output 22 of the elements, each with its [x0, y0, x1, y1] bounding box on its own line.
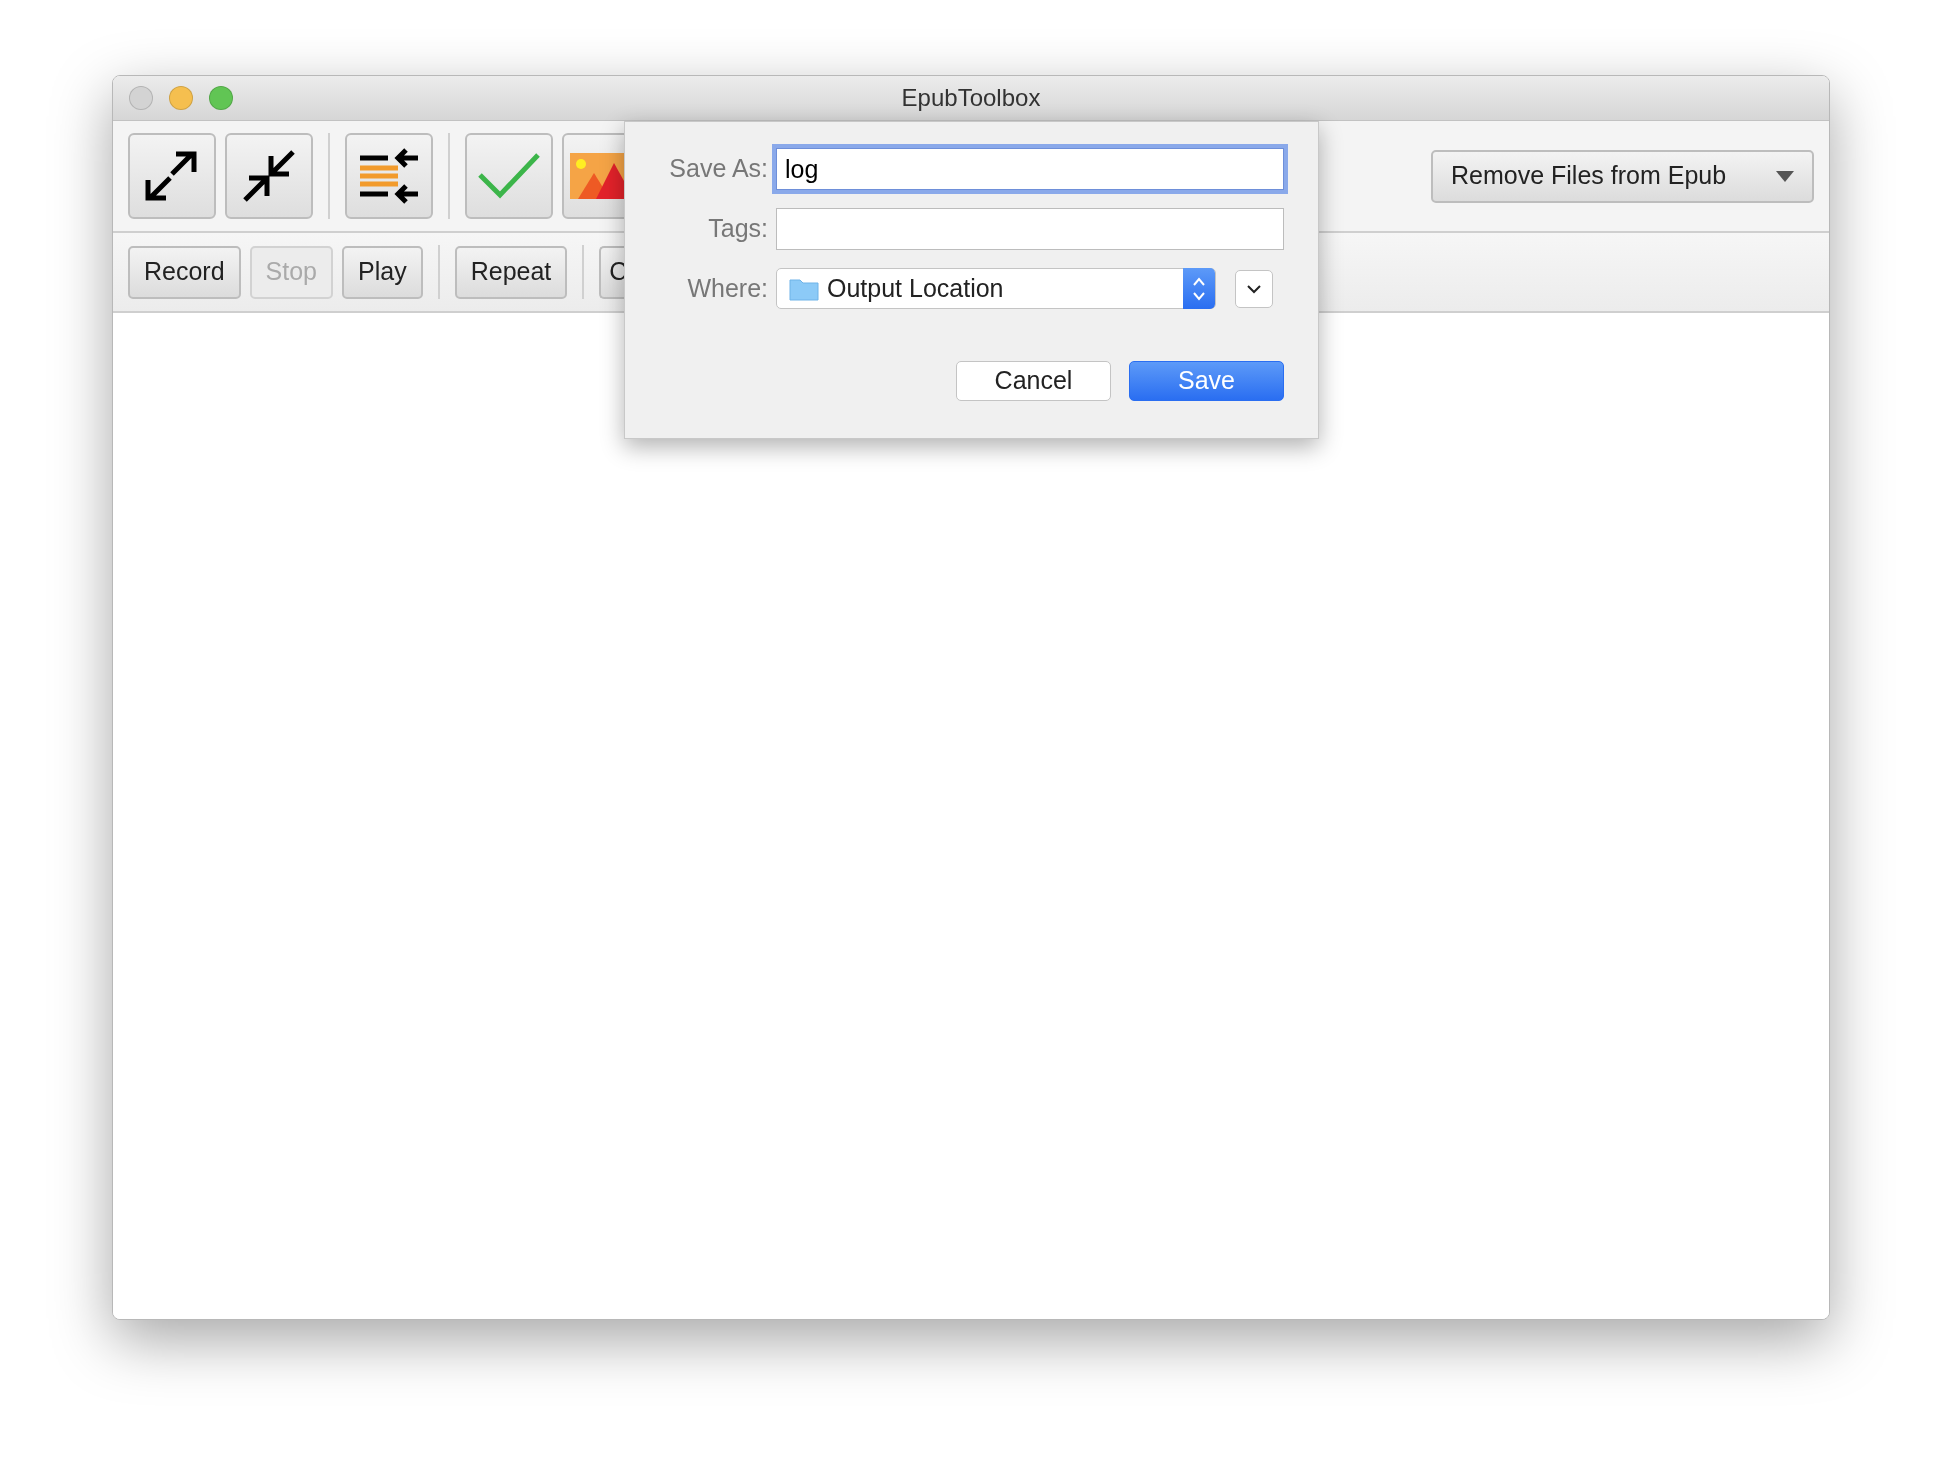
- checkmark-icon: [476, 151, 542, 201]
- field-label: Tags:: [707, 213, 768, 245]
- filename-field[interactable]: log: [776, 148, 1284, 190]
- folder-icon: [789, 276, 819, 301]
- field-label: Save As:: [668, 153, 768, 185]
- toolbar-button[interactable]: Repeat: [454, 245, 568, 299]
- toolbar-button[interactable]: [128, 133, 216, 219]
- toolbar-button[interactable]: Play: [342, 245, 423, 299]
- expand-button[interactable]: [1235, 269, 1273, 308]
- field-label: Where:: [686, 272, 768, 304]
- toolbar-button[interactable]: [225, 133, 313, 219]
- tags-field[interactable]: [776, 208, 1284, 250]
- location-popup[interactable]: Output Location: [776, 268, 1216, 309]
- action-dropdown[interactable]: Remove Files from Epub: [1431, 149, 1814, 203]
- save-button[interactable]: Save: [1129, 361, 1284, 401]
- toolbar-button[interactable]: Record: [128, 245, 241, 299]
- cancel-button[interactable]: Cancel: [956, 361, 1111, 401]
- caret-icon: [1776, 170, 1794, 182]
- toolbar-button[interactable]: [345, 133, 433, 219]
- window-title: EpubToolbox: [901, 83, 1041, 113]
- stepper-icon: [1192, 275, 1206, 302]
- chevron-icon: [1246, 283, 1262, 294]
